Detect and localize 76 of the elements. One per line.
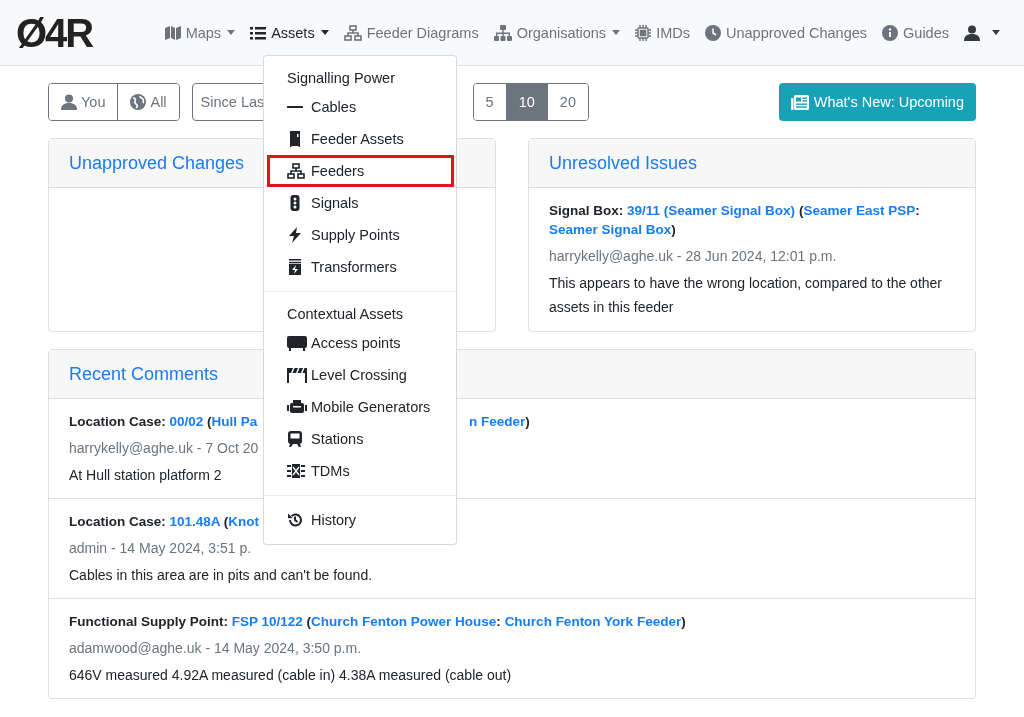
asset-link[interactable]: Hull Pa — [211, 414, 258, 429]
menu-item[interactable]: TDMs — [264, 455, 454, 487]
entry-title: Signal Box: 39/11 (Seamer Signal Box) (Seamer East PSP: Seamer Signal Box) — [549, 202, 921, 239]
asset-link[interactable]: Seamer Signal Box — [549, 222, 672, 237]
transformer-icon — [287, 259, 303, 275]
vehicle-icon — [287, 335, 307, 351]
entry-meta: adamwood@aghe.uk - 14 May 2024, 3:50 p.m. — [69, 639, 362, 658]
history-icon — [287, 512, 303, 528]
generator-icon — [287, 399, 307, 415]
entry-title: n Feeder) — [469, 413, 530, 431]
menu-item[interactable]: Access points — [264, 327, 454, 359]
network-icon — [287, 163, 305, 179]
chip-icon — [635, 24, 652, 41]
scope-toggle-button[interactable]: All — [117, 84, 179, 120]
entry-meta: harrykelly@aghe.uk - 28 Jun 2024, 12:01 p.m. — [549, 247, 837, 266]
asset-link[interactable]: 00/02 — [169, 414, 204, 429]
entry-title: Location Case: 00/02 (Hull Pa — [69, 413, 259, 431]
menu-item[interactable]: Level Crossing — [264, 359, 454, 391]
lightning-icon — [287, 227, 303, 243]
asset-link[interactable]: 101.48A — [169, 514, 221, 529]
asset-link[interactable]: 39/11 (Seamer Signal Box) — [627, 203, 796, 218]
nav-link[interactable]: Guides — [882, 24, 949, 41]
list-icon — [250, 25, 267, 40]
cabinet-icon — [287, 131, 303, 147]
page-size-button[interactable]: 10 — [505, 84, 547, 120]
entry-title: Location Case: 101.48A (Knot — [69, 513, 260, 531]
entry-text: Cables in this area are in pits and can't be found. — [69, 566, 373, 585]
entry-text: 646V measured 4.92A measured (cable in) 4.38A measured (cable out) — [69, 666, 512, 685]
asset-link[interactable]: Church Fenton Power House — [311, 614, 497, 629]
entry-meta: harrykelly@aghe.uk - 7 Oct 20 — [69, 439, 259, 458]
menu-item[interactable]: Transformers — [264, 251, 454, 283]
nav-link[interactable]: Assets — [250, 24, 329, 41]
menu-item[interactable]: Feeder Assets — [264, 123, 454, 155]
page-size-button[interactable]: 20 — [546, 84, 588, 120]
nav-link[interactable]: Unapproved Changes — [704, 24, 868, 41]
clock-icon — [704, 24, 721, 41]
train-icon — [287, 431, 303, 447]
entry-text: At Hull station platform 2 — [69, 466, 222, 485]
globe-icon — [130, 94, 147, 110]
info-icon — [882, 24, 899, 41]
nav-link[interactable]: Feeder Diagrams — [343, 24, 479, 41]
menu-item[interactable]: History — [264, 504, 454, 536]
entry-title: Functional Supply Point: FSP 10/122 (Church Fenton Power House: Church Fenton York Feeder) — [69, 613, 686, 631]
user-icon — [61, 94, 77, 110]
menu-item[interactable]: Stations — [264, 423, 454, 455]
map-icon — [164, 25, 181, 40]
asset-link[interactable]: n Feeder — [469, 414, 526, 429]
menu-section-header: Signalling Power — [286, 69, 396, 88]
newspaper-icon — [790, 94, 809, 110]
menu-item[interactable]: Mobile Generators — [264, 391, 454, 423]
asset-link[interactable]: Knot — [228, 514, 260, 529]
barrier-icon — [287, 367, 307, 383]
user-menu[interactable] — [964, 24, 1000, 41]
entry-meta: admin - 14 May 2024, 3:51 p. — [69, 539, 252, 558]
card-title[interactable]: Unresolved Issues — [549, 152, 698, 174]
user-icon — [964, 24, 980, 41]
asset-link[interactable]: FSP 10/122 — [231, 614, 303, 629]
entry-text: This appears to have the wrong location, compared to the other assets in this feeder — [549, 274, 943, 317]
card-title[interactable]: Unapproved Changes — [69, 152, 245, 174]
nav-link[interactable]: IMDs — [635, 24, 690, 41]
nav-link[interactable]: Organisations — [493, 24, 621, 41]
whats-new-button[interactable]: What's New: Upcoming — [778, 83, 976, 121]
network-icon — [343, 24, 362, 41]
menu-item[interactable]: Feeders — [267, 155, 454, 187]
menu-item[interactable]: Cables — [264, 91, 454, 123]
asset-link[interactable]: Church Fenton York Feeder — [504, 614, 682, 629]
menu-section-header: Contextual Assets — [286, 305, 405, 324]
line-icon — [287, 105, 303, 109]
menu-item[interactable]: Signals — [264, 187, 454, 219]
logo[interactable]: Ø4R — [16, 10, 108, 55]
hierarchy-icon — [493, 24, 512, 41]
nav-link[interactable]: Maps — [164, 24, 236, 41]
asset-link[interactable]: Seamer East PSP — [803, 203, 916, 218]
chip-icon — [287, 463, 305, 479]
card-title[interactable]: Recent Comments — [69, 363, 219, 385]
menu-item[interactable]: Supply Points — [264, 219, 454, 251]
